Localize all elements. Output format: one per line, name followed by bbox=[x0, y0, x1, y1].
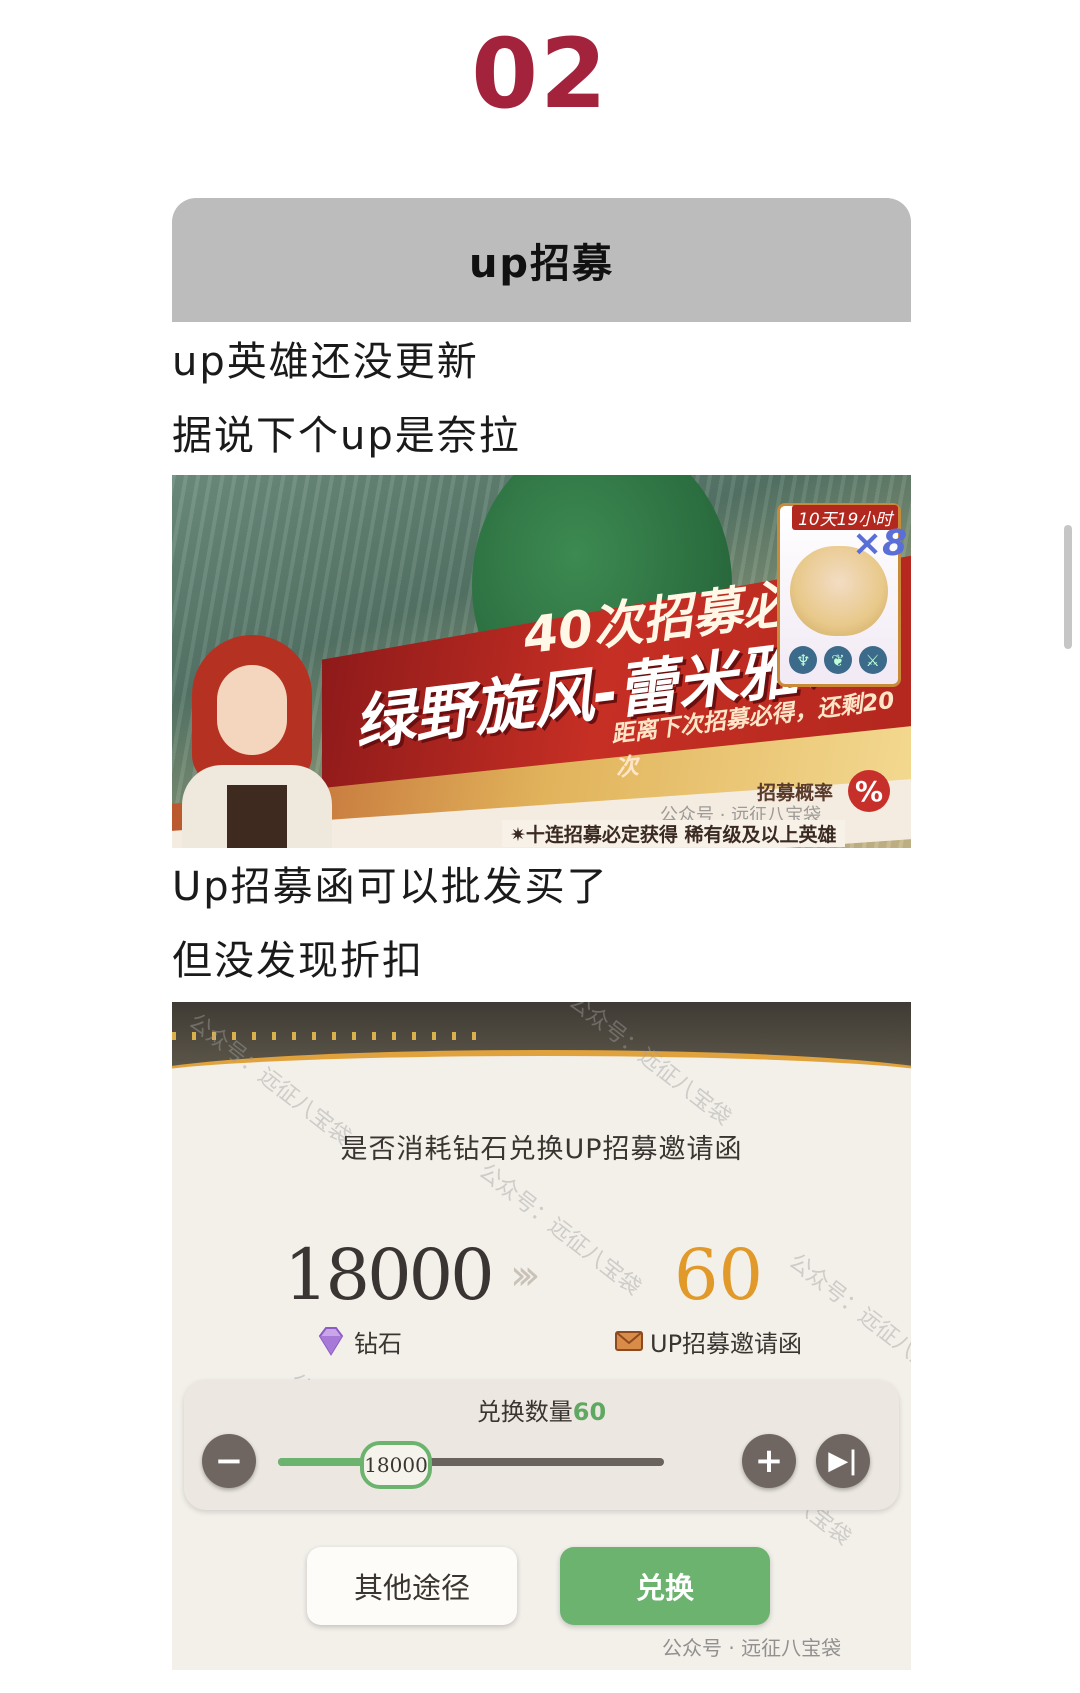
section-header: up招募 bbox=[172, 198, 911, 322]
red-hair-girl-illustration bbox=[172, 635, 352, 848]
recruit-banner-image[interactable]: 40次招募必得 绿野旋风-蕾米雅×8 距离下次招募必得，还剩20次 ♆ ❦ ⚔ … bbox=[172, 475, 911, 848]
leaf-icon: ❦ bbox=[823, 646, 852, 674]
paragraph-2: 据说下个up是奈拉 bbox=[172, 413, 521, 459]
trident-icon: ♆ bbox=[789, 646, 818, 674]
invitation-letter-icon bbox=[615, 1331, 643, 1351]
card-multiplier: ×8 bbox=[852, 523, 908, 564]
paragraph-1: up英雄还没更新 bbox=[172, 339, 479, 385]
quantity-panel: 兑换数量60 − 18000 + ▶| bbox=[184, 1380, 899, 1510]
bg-watermark: 公众号：远征八宝袋 bbox=[783, 1249, 911, 1391]
section-number: 02 bbox=[471, 18, 609, 130]
percent-icon[interactable]: % bbox=[848, 770, 890, 812]
paragraph-3: Up招募函可以批发买了 bbox=[172, 864, 609, 910]
exchange-button[interactable]: 兑换 bbox=[560, 1547, 770, 1625]
page-scrollbar[interactable] bbox=[1064, 525, 1072, 649]
quantity-slider-thumb[interactable]: 18000 bbox=[360, 1441, 432, 1489]
increase-button[interactable]: + bbox=[742, 1434, 796, 1488]
exchange-dialog-image: 公众号：远征八宝袋 公众号：远征八宝袋 公众号：远征八宝袋 公众号：远征八宝袋 … bbox=[172, 1002, 911, 1670]
quantity-label: 兑换数量60 bbox=[184, 1392, 899, 1427]
decrease-button[interactable]: − bbox=[202, 1434, 256, 1488]
bg-watermark: 公众号：远征八宝袋 bbox=[473, 1159, 646, 1301]
paragraph-4: 但没发现折扣 bbox=[172, 938, 424, 984]
diamond-cost-value: 18000 bbox=[284, 1234, 495, 1316]
dialog-watermark: 公众号 · 远征八宝袋 bbox=[662, 1636, 842, 1660]
banner-footer-text: ✷十连招募必定获得 稀有级及以上英雄 bbox=[502, 820, 845, 847]
quantity-value: 60 bbox=[572, 1398, 607, 1426]
invitation-label: UP招募邀请函 bbox=[650, 1330, 803, 1358]
other-methods-button[interactable]: 其他途径 bbox=[307, 1547, 517, 1625]
exchange-question: 是否消耗钻石兑换UP招募邀请函 bbox=[340, 1134, 743, 1165]
quantity-slider-track[interactable] bbox=[278, 1458, 664, 1466]
max-quantity-button[interactable]: ▶| bbox=[816, 1434, 870, 1488]
double-chevron-right-icon: ››› bbox=[510, 1250, 541, 1299]
section-title: up招募 bbox=[468, 241, 615, 287]
diamond-icon bbox=[318, 1327, 344, 1356]
sword-icon: ⚔ bbox=[858, 646, 887, 674]
quantity-label-text: 兑换数量 bbox=[476, 1398, 573, 1426]
diamond-label: 钻石 bbox=[354, 1330, 402, 1358]
invitation-gain-value: 60 bbox=[674, 1234, 764, 1316]
